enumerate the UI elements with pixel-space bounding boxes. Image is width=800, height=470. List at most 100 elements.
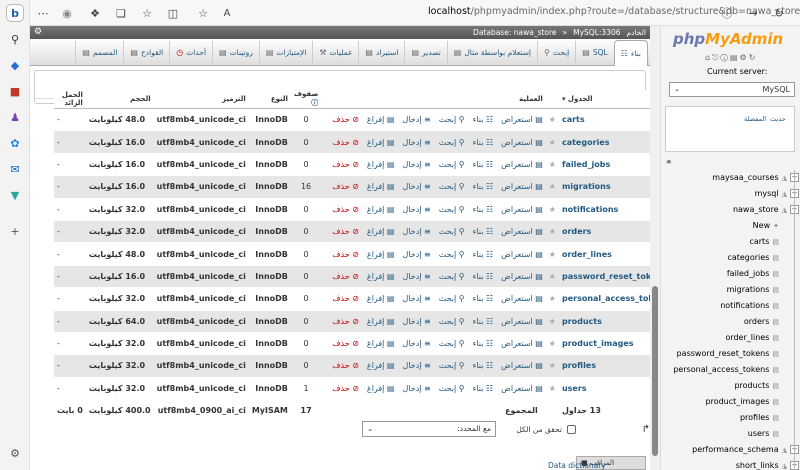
structure-action[interactable]: ☷ بناء xyxy=(469,317,494,326)
search-action[interactable]: ⚲ إبحث xyxy=(435,272,465,281)
tab-search[interactable]: ⚲ إبحث xyxy=(537,41,575,63)
drop-action[interactable]: ⊘ حذف xyxy=(328,227,359,236)
tree-table-item[interactable]: profiles ▤ xyxy=(740,410,779,425)
drop-action[interactable]: ⊘ حذف xyxy=(328,272,359,281)
tab-export[interactable]: ▤ تصدير xyxy=(404,41,446,63)
row-size[interactable]: 32.0 كيلوبايت xyxy=(85,376,154,400)
search-action[interactable]: ⚲ إبحث xyxy=(435,160,465,169)
empty-action[interactable]: ▤ إفراغ xyxy=(363,160,395,169)
favorite-star-icon[interactable]: ★ xyxy=(545,197,559,221)
browse-action[interactable]: ▤ استعراض xyxy=(497,272,543,281)
drop-action[interactable]: ⊘ حذف xyxy=(328,205,359,214)
briefcase-icon[interactable]: ■ xyxy=(6,82,24,100)
favorite-star-icon[interactable]: ★ xyxy=(545,242,559,266)
structure-action[interactable]: ☷ بناء xyxy=(469,227,494,236)
row-size[interactable]: 48.0 كيلوبايت xyxy=(85,107,154,131)
phpmyadmin-logo[interactable]: phpMyAdmin xyxy=(673,30,783,48)
with-selected-select[interactable]: مع المحدد: ⌄ xyxy=(362,421,496,437)
browse-action[interactable]: ▤ استعراض xyxy=(497,205,543,214)
row-size[interactable]: 32.0 كيلوبايت xyxy=(85,197,154,221)
empty-action[interactable]: ▤ إفراغ xyxy=(363,361,395,370)
insert-action[interactable]: ≡ إدخال xyxy=(399,115,431,124)
drop-action[interactable]: ⊘ حذف xyxy=(328,384,359,393)
structure-action[interactable]: ☷ بناء xyxy=(469,115,494,124)
settings-gear-icon[interactable]: ⚙ xyxy=(34,27,42,37)
structure-action[interactable]: ☷ بناء xyxy=(469,250,494,259)
tab-events[interactable]: ◷ أحداث xyxy=(169,41,212,63)
insert-action[interactable]: ≡ إدخال xyxy=(399,339,431,348)
favorite-star-icon[interactable]: ★ xyxy=(545,175,559,199)
search-icon[interactable]: ⚲ xyxy=(6,30,24,48)
breadcrumb-db[interactable]: Database: nawa_store xyxy=(473,28,557,37)
row-size[interactable]: 32.0 كيلوبايت xyxy=(85,354,154,378)
tree-database-item[interactable]: performance_schema ◮ xyxy=(692,442,787,457)
tab-import[interactable]: ▤ استيراد xyxy=(358,41,404,63)
search-action[interactable]: ⚲ إبحث xyxy=(435,361,465,370)
tree-table-item[interactable]: failed_jobs ▤ xyxy=(727,266,779,281)
insert-action[interactable]: ≡ إدخال xyxy=(399,317,431,326)
insert-action[interactable]: ≡ إدخال xyxy=(399,138,431,147)
structure-action[interactable]: ☷ بناء xyxy=(469,205,494,214)
split-screen-icon[interactable]: ◫ xyxy=(164,4,182,22)
favorite-star-icon[interactable]: ★ xyxy=(545,354,559,378)
insert-action[interactable]: ≡ إدخال xyxy=(399,384,431,393)
empty-action[interactable]: ▤ إفراغ xyxy=(363,272,395,281)
breadcrumb-server[interactable]: MySQL:3306 xyxy=(573,28,620,37)
drop-action[interactable]: ⊘ حذف xyxy=(328,115,359,124)
server-select[interactable]: ⌄ MySQL xyxy=(669,82,795,97)
tree-table-item[interactable]: order_lines ▤ xyxy=(725,330,779,345)
extensions-icon[interactable]: ❖ xyxy=(86,4,104,22)
empty-action[interactable]: ▤ إفراغ xyxy=(363,182,395,191)
browse-action[interactable]: ▤ استعراض xyxy=(497,182,543,191)
empty-action[interactable]: ▤ إفراغ xyxy=(363,205,395,214)
browse-action[interactable]: ▤ استعراض xyxy=(497,115,543,124)
settings-icon[interactable]: ⚙ xyxy=(6,444,24,462)
main-scrollbar[interactable] xyxy=(650,26,660,470)
browse-action[interactable]: ▤ استعراض xyxy=(497,294,543,303)
tree-table-item[interactable]: categories ▤ xyxy=(727,250,779,265)
empty-action[interactable]: ▤ إفراغ xyxy=(363,250,395,259)
favorite-star-icon[interactable]: ★ xyxy=(545,264,559,288)
insert-action[interactable]: ≡ إدخال xyxy=(399,361,431,370)
structure-action[interactable]: ☷ بناء xyxy=(469,138,494,147)
tree-table-item[interactable]: password_reset_tokens ▤ xyxy=(677,346,779,361)
search-action[interactable]: ⚲ إبحث xyxy=(435,294,465,303)
browse-action[interactable]: ▤ استعراض xyxy=(497,138,543,147)
browse-action[interactable]: ▤ استعراض xyxy=(497,317,543,326)
tree-table-item[interactable]: users ▤ xyxy=(748,426,779,441)
tab-triggers[interactable]: ▤ القوادح xyxy=(123,41,169,63)
structure-action[interactable]: ☷ بناء xyxy=(469,384,494,393)
browse-action[interactable]: ▤ استعراض xyxy=(497,250,543,259)
drop-action[interactable]: ⊘ حذف xyxy=(328,317,359,326)
insert-action[interactable]: ≡ إدخال xyxy=(399,294,431,303)
search-action[interactable]: ⚲ إبحث xyxy=(435,227,465,236)
row-size[interactable]: 16.0 كيلوبايت xyxy=(85,130,154,154)
tree-table-item[interactable]: orders ▤ xyxy=(744,314,779,329)
favorite-star-icon[interactable]: ★ xyxy=(545,152,559,176)
favorite-star-icon[interactable]: ☆ xyxy=(194,4,212,22)
favorite-star-icon[interactable]: ★ xyxy=(545,287,559,311)
outlook-icon[interactable]: ✉ xyxy=(6,160,24,178)
structure-action[interactable]: ☷ بناء xyxy=(469,160,494,169)
favorite-star-icon[interactable]: ★ xyxy=(545,309,559,333)
row-size[interactable]: 32.0 كيلوبايت xyxy=(85,219,154,243)
row-size[interactable]: 32.0 كيلوبايت xyxy=(85,287,154,311)
check-all-label[interactable]: تحقق من الكل xyxy=(516,425,562,434)
tree-database-item[interactable]: short_links ◮ xyxy=(736,458,787,470)
tab-structure[interactable]: ☷ بناء xyxy=(613,39,648,66)
favorite-star-icon[interactable]: ★ xyxy=(545,219,559,243)
settings-icon[interactable]: ⚙ xyxy=(739,53,748,62)
search-action[interactable]: ⚲ إبحث xyxy=(435,384,465,393)
link-collapse-icon[interactable]: ⚭ xyxy=(665,158,673,168)
insert-action[interactable]: ≡ إدخال xyxy=(399,227,431,236)
copilot-icon[interactable]: ✿ xyxy=(6,134,24,152)
empty-action[interactable]: ▤ إفراغ xyxy=(363,384,395,393)
tree-table-item[interactable]: products ▤ xyxy=(734,378,779,393)
tab-operations[interactable]: ⚒ عمليات xyxy=(312,41,358,63)
empty-action[interactable]: ▤ إفراغ xyxy=(363,115,395,124)
site-info-icon[interactable]: ⓘ xyxy=(718,4,736,22)
check-all-checkbox[interactable] xyxy=(567,425,576,434)
row-size[interactable]: 32.0 كيلوبايت xyxy=(85,331,154,355)
add-icon[interactable]: + xyxy=(6,222,24,240)
tree-database-item[interactable]: mysql ◮ xyxy=(755,186,787,201)
